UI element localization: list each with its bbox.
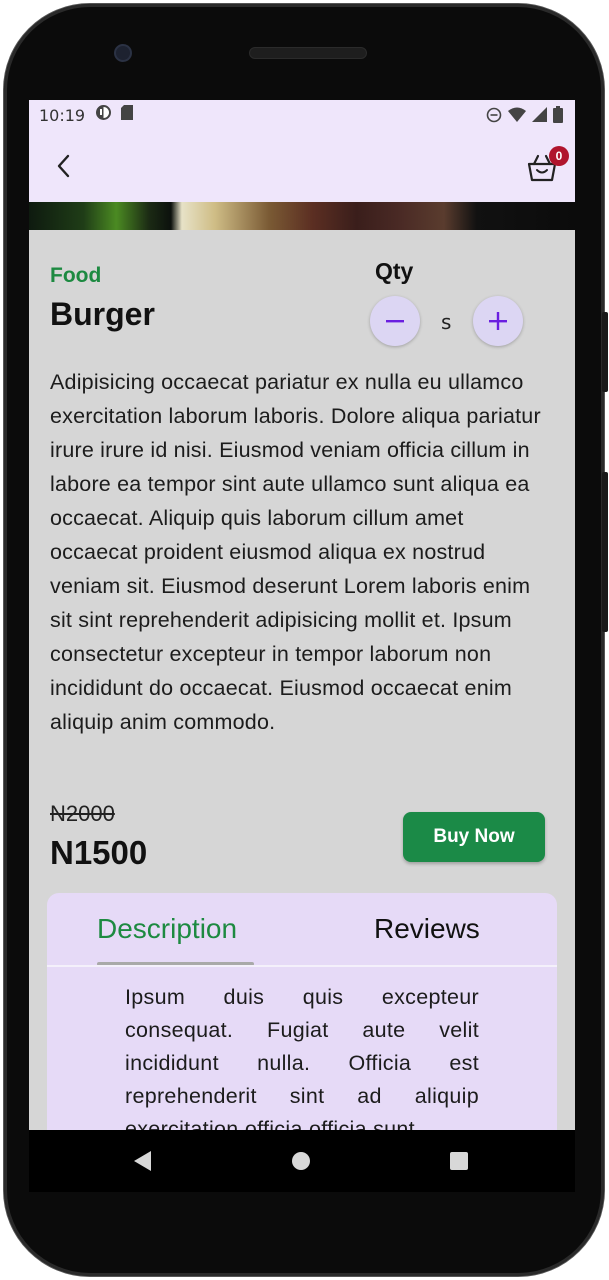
volume-button	[602, 472, 608, 632]
status-time: 10:19	[39, 105, 86, 125]
product-title: Burger	[50, 296, 155, 332]
wifi-icon	[508, 107, 526, 127]
status-bar: 10:19	[29, 100, 575, 130]
product-image	[29, 202, 575, 230]
chevron-left-icon	[57, 154, 70, 178]
minus-icon	[386, 320, 404, 323]
original-price: N2000	[50, 801, 115, 826]
sim-data-icon	[95, 104, 112, 126]
product-category: Food	[50, 264, 102, 287]
system-nav-bar	[29, 1130, 575, 1192]
tab-divider	[47, 965, 557, 967]
battery-icon	[553, 106, 563, 128]
earpiece-speaker	[249, 47, 367, 59]
buy-now-button[interactable]: Buy Now	[403, 812, 545, 862]
sd-card-icon	[120, 104, 134, 126]
current-price: N1500	[50, 834, 148, 871]
product-description: Adipisicing occaecat pariatur ex nulla e…	[50, 370, 541, 734]
increase-qty-button[interactable]	[473, 296, 523, 346]
nav-home-icon[interactable]	[292, 1152, 310, 1170]
power-button	[602, 312, 608, 392]
qty-label: Qty	[375, 258, 414, 284]
cart-count-badge: 0	[549, 146, 569, 166]
tab-reviews[interactable]: Reviews	[374, 913, 480, 945]
front-camera	[114, 44, 132, 62]
app-screen: 10:19 0 Food Burger Qty s Adipisicing oc…	[29, 100, 575, 1130]
tab-content-text: Ipsum duis quis excepteur consequat. Fug…	[125, 985, 479, 1130]
status-right-icons	[486, 106, 563, 128]
tab-description[interactable]: Description	[97, 913, 237, 945]
details-tab-card: Description Reviews Ipsum duis quis exce…	[47, 893, 557, 1130]
decrease-qty-button[interactable]	[370, 296, 420, 346]
plus-icon	[489, 312, 507, 330]
signal-icon	[532, 107, 547, 127]
qty-value: s	[441, 310, 452, 334]
app-bar: 0	[29, 130, 575, 202]
nav-back-icon[interactable]	[132, 1150, 152, 1172]
cart-button[interactable]: 0	[525, 144, 569, 184]
back-button[interactable]	[51, 150, 79, 182]
do-not-disturb-icon	[486, 107, 502, 128]
nav-recents-icon[interactable]	[450, 1152, 468, 1170]
